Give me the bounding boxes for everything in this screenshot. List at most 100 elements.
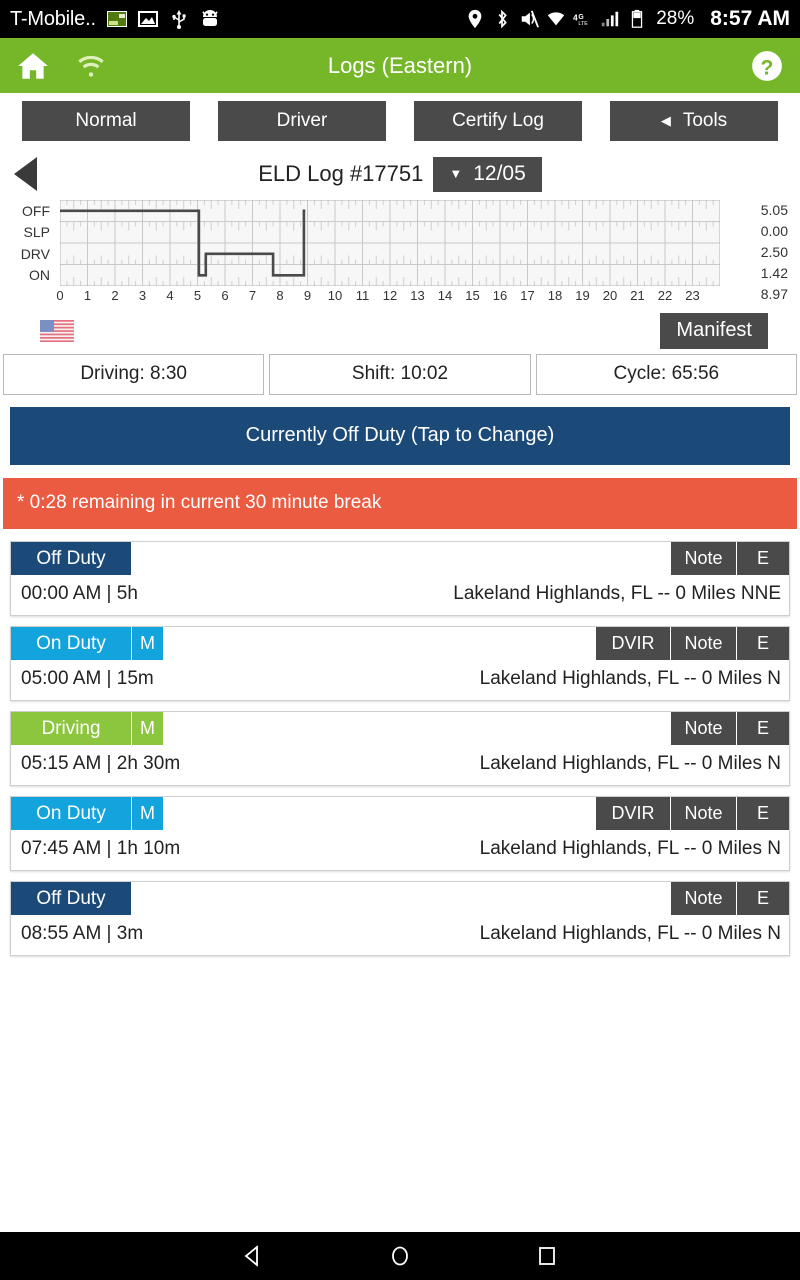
help-icon[interactable]: ? [750,49,784,83]
log-entry-row[interactable]: Off Duty Note E 00:00 AM | 5h Lakeland Highl… [10,541,790,616]
total-off: 5.05 [760,202,788,218]
modified-badge: M [131,797,163,830]
mute-icon [521,10,540,28]
e-button[interactable]: E [736,797,789,830]
graph-hour-labels: 0 1 2 3 4 5 6 7 8 9 10 11 12 13 14 15 16 17 18 19 20 21 22 23 [56,288,720,308]
hour-tick-22: 22 [657,288,673,303]
status-badge: On Duty [11,627,131,660]
log-entry-header: On Duty M DVIR Note E [11,627,789,660]
notification-icons [106,8,221,30]
tab-tools[interactable]: ◀ Tools [610,100,778,141]
image-icon [137,11,158,27]
log-entry-time: 08:55 AM | 3m [21,923,144,944]
dvir-button[interactable]: DVIR [595,627,670,660]
app-badge-icon [106,11,127,27]
hour-tick-18: 18 [547,288,563,303]
log-entry-details: 05:15 AM | 2h 30m Lakeland Highlands, FL … [11,745,789,785]
log-entry-details: 07:45 AM | 1h 10m Lakeland Highlands, FL … [11,830,789,870]
nav-home-icon[interactable] [387,1243,413,1269]
hour-tick-6: 6 [221,288,229,303]
status-badge: Off Duty [11,882,131,915]
modified-badge: M [131,712,163,745]
hour-tick-4: 4 [166,288,174,303]
nav-back-icon[interactable] [240,1243,266,1269]
log-entry-header: Off Duty Note E [11,882,789,915]
eld-log-graph[interactable]: OFF SLP DRV ON 0 1 2 3 4 5 6 7 8 9 10 11 12 13 14 15 16 1… [0,200,800,310]
log-entry-header: Driving M Note E [11,712,789,745]
tab-driver[interactable]: Driver [218,100,386,141]
log-entry-row[interactable]: On Duty M DVIR Note E 05:00 AM | 15m Lakeland … [10,626,790,701]
home-icon[interactable] [16,49,50,83]
carrier-label: T-Mobile.. [10,7,96,30]
log-entry-actions: Note E [670,712,789,745]
driving-counter[interactable]: Driving: 8:30 [3,354,265,395]
hour-tick-23: 23 [685,288,700,303]
tab-driver-label: Driver [276,109,328,131]
svg-text:?: ? [761,55,774,79]
e-button[interactable]: E [736,627,789,660]
log-entry-row[interactable]: On Duty M DVIR Note E 07:45 AM | 1h 10m Lakela… [10,796,790,871]
status-bar: T-Mobile.. 4 G LTE 28% 8:57 AM [0,0,800,38]
hour-tick-13: 13 [410,288,425,303]
e-button[interactable]: E [736,712,789,745]
chevron-down-icon: ▼ [449,166,463,181]
note-button[interactable]: Note [670,542,736,575]
manifest-row: Manifest [0,310,800,352]
hour-tick-7: 7 [248,288,257,303]
log-entry-time: 07:45 AM | 1h 10m [21,838,181,859]
log-entry-header: Off Duty Note E [11,542,789,575]
svg-text:LTE: LTE [579,21,589,27]
total-drv: 2.50 [760,244,788,260]
shift-counter[interactable]: Shift: 10:02 [269,354,531,395]
total-slp: 0.00 [760,223,788,239]
hour-tick-12: 12 [382,288,398,303]
log-entry-row[interactable]: Driving M Note E 05:15 AM | 2h 30m Lakeland H… [10,711,790,786]
e-button[interactable]: E [736,882,789,915]
status-icons: 4 G LTE 28% 8:57 AM [465,7,790,31]
hour-tick-14: 14 [437,288,453,303]
tab-normal[interactable]: Normal [22,100,190,141]
log-entry-time: 00:00 AM | 5h [21,583,138,604]
counter-row: Driving: 8:30 Shift: 10:02 Cycle: 65:56 [0,354,800,395]
log-entry-time: 05:15 AM | 2h 30m [21,753,181,774]
log-entry-row[interactable]: Off Duty Note E 08:55 AM | 3m Lakeland Highl… [10,881,790,956]
hour-tick-2: 2 [111,288,119,303]
log-entry-location: Lakeland Highlands, FL -- 0 Miles N [479,668,781,689]
e-button[interactable]: E [736,542,789,575]
eld-log-title: ELD Log #17751 [258,161,424,186]
total-on: 1.42 [760,265,788,281]
log-entry-location: Lakeland Highlands, FL -- 0 Miles N [479,753,781,774]
log-entry-actions: DVIR Note E [595,627,789,660]
cycle-counter[interactable]: Cycle: 65:56 [535,354,797,395]
dvir-button[interactable]: DVIR [595,797,670,830]
total-sum: 8.97 [760,286,788,302]
log-entry-list: Off Duty Note E 00:00 AM | 5h Lakeland Highl… [0,541,800,956]
note-button[interactable]: Note [670,882,736,915]
status-badge: Driving [11,712,131,745]
manifest-button[interactable]: Manifest [660,313,768,349]
hour-tick-19: 19 [575,288,590,303]
page-title: Logs (Eastern) [327,52,473,78]
hour-tick-10: 10 [327,288,343,303]
log-entry-actions: Note E [670,882,789,915]
location-icon [468,9,482,29]
hour-tick-5: 5 [193,288,202,303]
graph-row-label-slp: SLP [23,224,50,241]
duty-status-banner[interactable]: Currently Off Duty (Tap to Change) [10,407,790,465]
log-entry-header: On Duty M DVIR Note E [11,797,789,830]
hour-tick-21: 21 [630,288,645,303]
note-button[interactable]: Note [670,712,736,745]
note-button[interactable]: Note [670,797,736,830]
log-header-center: ELD Log #17751 ▼ 12/05 [0,156,800,192]
hour-tick-9: 9 [303,288,312,303]
date-selector-button[interactable]: ▼ 12/05 [433,156,542,192]
note-button[interactable]: Note [670,627,736,660]
wifi-icon[interactable] [74,49,108,83]
log-entry-actions: DVIR Note E [595,797,789,830]
hour-tick-3: 3 [138,288,147,303]
log-header: ELD Log #17751 ▼ 12/05 [0,148,800,200]
log-entry-actions: Note E [670,542,789,575]
nav-recents-icon[interactable] [534,1243,560,1269]
tab-certify-log[interactable]: Certify Log [414,100,582,141]
log-entry-location: Lakeland Highlands, FL -- 0 Miles N [479,838,781,859]
